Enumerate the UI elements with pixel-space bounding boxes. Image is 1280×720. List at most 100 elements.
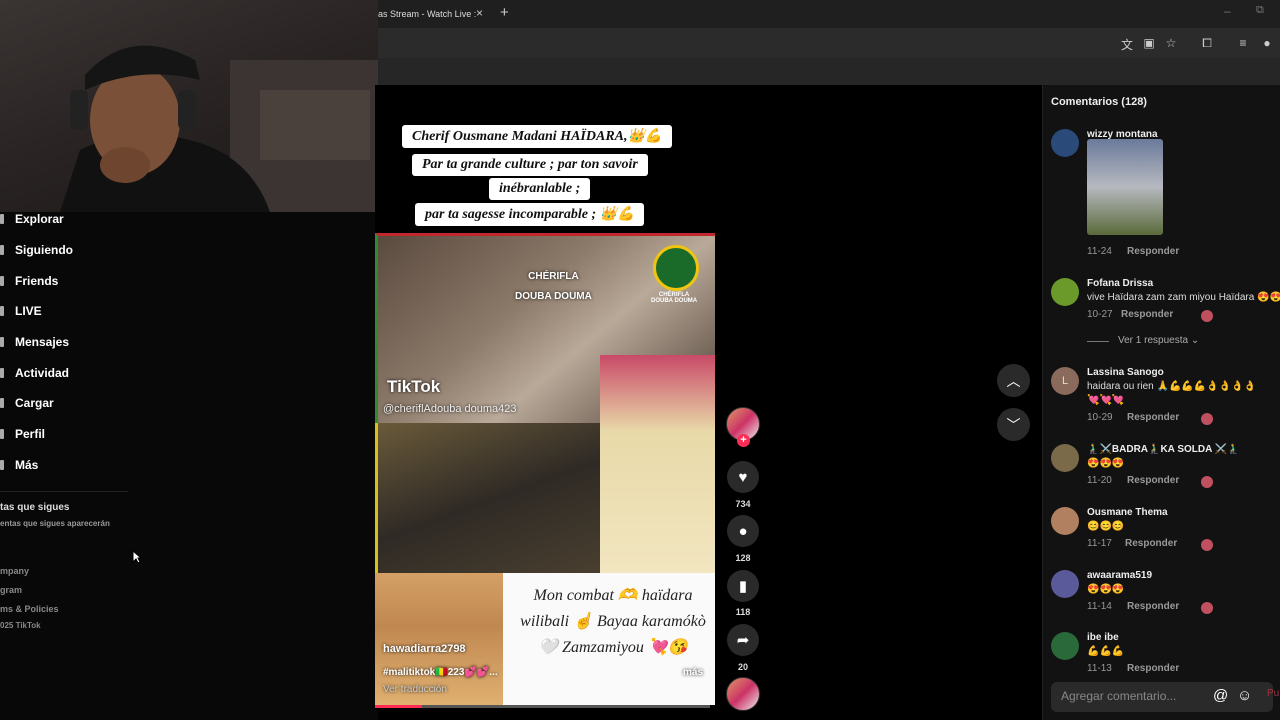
comments-panel: Comentarios (128) wizzy montana 11-24 Re… — [1042, 85, 1280, 720]
translate-icon[interactable]: 文 — [1120, 36, 1134, 53]
reply-button[interactable]: Responder — [1121, 309, 1173, 320]
sidebar-item-live[interactable]: LIVE — [0, 301, 42, 321]
comment-user[interactable]: Fofana Drissa — [1087, 278, 1153, 289]
sidebar: Explorar Siguiendo Friends LIVE Mensajes… — [0, 212, 378, 720]
more-link[interactable]: más — [683, 667, 703, 678]
restore-icon[interactable]: ⧉ — [1256, 4, 1264, 17]
comment-user[interactable]: Lassina Sanogo — [1087, 367, 1164, 378]
sound-avatar[interactable] — [726, 677, 760, 711]
minimize-icon[interactable]: – — [1224, 4, 1231, 18]
comment-input[interactable] — [1061, 689, 1201, 703]
share-button[interactable]: ➦ — [727, 624, 759, 656]
profile-icon[interactable]: ● — [1260, 36, 1274, 50]
creator-liked-icon — [1201, 413, 1213, 425]
sidebar-item-mas[interactable]: Más — [0, 455, 38, 475]
progress-bar[interactable] — [375, 705, 710, 708]
bookmark-icon: ▮ — [738, 578, 748, 595]
media-control-icon[interactable]: ≡ — [1236, 36, 1250, 50]
explore-icon — [0, 214, 4, 224]
share-icon: ➦ — [736, 632, 750, 649]
cherifla-logo — [653, 245, 699, 291]
browser-toolbar: 文 ▣ ☆ ⧠ ≡ ● — [378, 28, 1280, 58]
bookmark-star-icon[interactable]: ☆ — [1164, 36, 1178, 50]
comment-date: 11-14 — [1087, 601, 1112, 612]
comment-user[interactable]: 🧎‍♂️⚔️BADRA🧎‍♂️KA SOLDA ⚔️🧎‍♂️ — [1087, 444, 1240, 455]
comment-user[interactable]: awaarama519 — [1087, 570, 1152, 581]
like-count: 734 — [735, 499, 751, 509]
chevron-up-icon: ︿ — [1006, 372, 1021, 389]
reply-button[interactable]: Responder — [1125, 538, 1177, 549]
browser-tab-bar: as Stream - Watch Live : × + – ⧉ — [378, 0, 1280, 28]
caption-line-2: Par ta grande culture ; par ton savoir — [412, 154, 648, 176]
sidebar-item-explorar[interactable]: Explorar — [0, 209, 64, 229]
avatar[interactable] — [1051, 444, 1079, 472]
comment-box: @ ☺ — [1051, 682, 1273, 712]
avatar[interactable] — [1051, 278, 1079, 306]
comment-date: 11-17 — [1087, 538, 1112, 549]
avatar[interactable] — [1051, 507, 1079, 535]
view-replies-button[interactable]: Ver 1 respuesta ⌄ — [1118, 335, 1199, 346]
activity-icon — [0, 368, 4, 378]
caption-line-3: inébranlable ; — [489, 178, 591, 200]
comment-image[interactable] — [1087, 139, 1163, 235]
sidebar-item-friends[interactable]: Friends — [0, 271, 58, 291]
like-button[interactable]: ♥ — [727, 461, 759, 493]
heart-icon: ♥ — [738, 468, 748, 486]
avatar[interactable] — [1051, 570, 1079, 598]
comment-date: 11-24 — [1087, 246, 1112, 257]
comment-user[interactable]: Ousmane Thema — [1087, 507, 1168, 518]
next-video-button[interactable]: ﹀ — [997, 408, 1030, 441]
tiktok-watermark: TikTok — [387, 377, 441, 396]
cast-icon[interactable]: ▣ — [1142, 36, 1156, 50]
comment-date: 11-20 — [1087, 475, 1112, 486]
logo-label: CHÉRIFLA DOUBA DOUMA — [651, 292, 698, 304]
following-accounts-hint: entas que sigues aparecerán — [0, 519, 110, 528]
reply-button[interactable]: Responder — [1127, 412, 1179, 423]
comment-text: 😍😍😍 — [1087, 584, 1125, 595]
comment-button[interactable]: ● — [727, 515, 759, 547]
comment-date: 10-27 — [1087, 309, 1113, 320]
reply-button[interactable]: Responder — [1127, 601, 1179, 612]
handwritten-text: Mon combat 🫶 haïdara wilibali ☝️ Bayaa k… — [513, 583, 713, 661]
footer-link-company[interactable]: mpany — [0, 566, 29, 576]
footer-link-program[interactable]: gram — [0, 585, 22, 595]
live-icon — [0, 306, 4, 316]
handwritten-line: 🤍 Zamzamiyou 💘😘 — [538, 639, 688, 656]
avatar[interactable]: L — [1051, 367, 1079, 395]
new-tab-icon[interactable]: + — [500, 4, 509, 21]
more-icon — [0, 460, 4, 470]
comment-date: 11-13 — [1087, 663, 1112, 674]
follow-plus-icon[interactable]: + — [737, 434, 750, 447]
previous-video-button[interactable]: ︿ — [997, 364, 1030, 397]
extensions-icon[interactable]: ⧠ — [1200, 36, 1214, 51]
video-author[interactable]: hawadiarra2798 — [383, 643, 466, 655]
sidebar-item-cargar[interactable]: Cargar — [0, 393, 54, 413]
emoji-icon[interactable]: ☺ — [1237, 687, 1252, 704]
see-translation-link[interactable]: Ver traducción — [383, 684, 447, 695]
post-comment-button[interactable]: Pu — [1267, 688, 1279, 699]
sidebar-item-actividad[interactable]: Actividad — [0, 363, 69, 383]
comment-user[interactable]: ibe ibe — [1087, 632, 1119, 643]
messages-icon — [0, 337, 4, 347]
close-tab-icon[interactable]: × — [476, 6, 483, 20]
sidebar-item-perfil[interactable]: Perfil — [0, 424, 45, 444]
reply-button[interactable]: Responder — [1127, 246, 1179, 257]
video-player[interactable]: Cherif Ousmane Madani HAÏDARA,👑💪 Par ta … — [375, 85, 715, 710]
tab-title[interactable]: as Stream - Watch Live : — [378, 9, 476, 19]
sidebar-item-siguiendo[interactable]: Siguiendo — [0, 240, 73, 260]
caption-line-4: par ta sagesse incomparable ; 👑💪 — [415, 203, 645, 226]
save-button[interactable]: ▮ — [727, 570, 759, 602]
webcam-overlay — [0, 0, 378, 212]
page-header-strip — [378, 58, 1280, 85]
avatar[interactable] — [1051, 632, 1079, 660]
caption-line-1: Cherif Ousmane Madani HAÏDARA,👑💪 — [402, 125, 673, 148]
mention-icon[interactable]: @ — [1213, 687, 1228, 704]
creator-liked-icon — [1201, 310, 1213, 322]
comment-text: haidara ou rien 🙏💪💪💪👌👌👌👌 — [1087, 381, 1257, 392]
reply-button[interactable]: Responder — [1127, 475, 1179, 486]
reply-button[interactable]: Responder — [1127, 663, 1179, 674]
sidebar-item-mensajes[interactable]: Mensajes — [0, 332, 69, 352]
avatar[interactable] — [1051, 129, 1079, 157]
handwritten-line: Mon combat 🫶 haïdara — [533, 587, 693, 604]
footer-link-terms[interactable]: ms & Policies — [0, 604, 59, 614]
